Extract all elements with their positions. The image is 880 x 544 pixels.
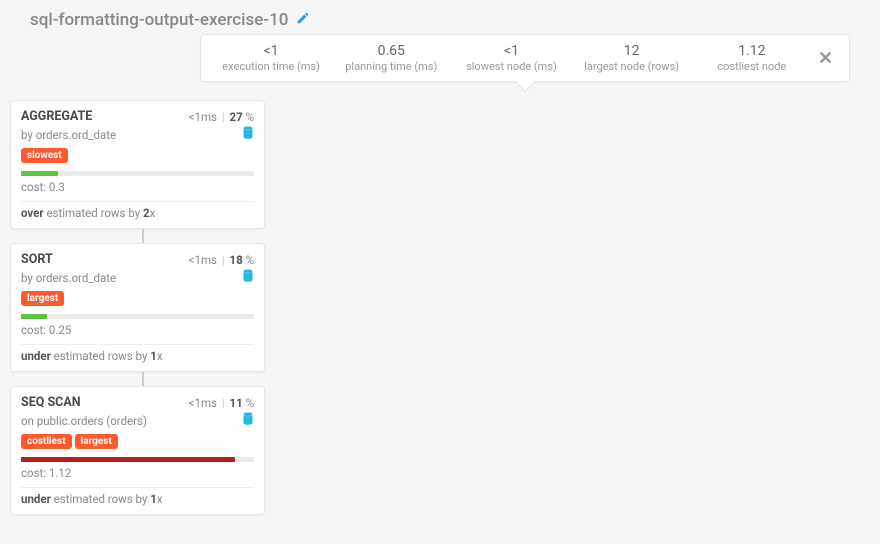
node-name: AGGREGATE <box>21 109 92 124</box>
cost-row: cost: 0.25 <box>21 323 254 337</box>
tag-largest: largest <box>75 434 118 449</box>
cost-bar-fill <box>21 171 58 176</box>
plan-node-card[interactable]: SEQ SCAN <1ms | 11 % on public.orders (o… <box>10 386 265 515</box>
node-name: SEQ SCAN <box>21 395 81 410</box>
page-header: sql-formatting-output-exercise-10 <box>0 0 880 34</box>
plan-node-card[interactable]: SORT <1ms | 18 % by orders.ord_date larg… <box>10 243 265 372</box>
node-detail: by orders.ord_date <box>21 128 116 142</box>
node-sub-row: by orders.ord_date <box>21 126 254 143</box>
stat-slowest-node[interactable]: <1 slowest node (ms) <box>451 43 571 73</box>
stat-value: <1 <box>461 43 561 59</box>
node-header: SEQ SCAN <1ms | 11 % <box>21 395 254 410</box>
divider <box>21 344 254 345</box>
cost-bar <box>21 314 254 319</box>
node-header: AGGREGATE <1ms | 27 % <box>21 109 254 124</box>
tag-row: slowest <box>21 147 254 163</box>
estimate-row: under estimated rows by 1x <box>21 349 254 363</box>
node-metrics: <1ms | 11 % <box>189 396 254 410</box>
node-name: SORT <box>21 252 53 267</box>
stat-label: slowest node (ms) <box>461 60 561 73</box>
tag-slowest: slowest <box>21 148 68 163</box>
stat-label: largest node (rows) <box>582 60 682 73</box>
node-metrics: <1ms | 18 % <box>189 253 254 267</box>
node-detail: by orders.ord_date <box>21 271 116 285</box>
page-title: sql-formatting-output-exercise-10 <box>30 10 288 30</box>
node-detail: on public.orders (orders) <box>21 414 147 428</box>
cost-row: cost: 0.3 <box>21 180 254 194</box>
node-metrics: <1ms | 27 % <box>189 110 254 124</box>
stat-costliest-node[interactable]: 1.12 costliest node <box>692 43 812 73</box>
node-sub-row: by orders.ord_date <box>21 269 254 286</box>
plan-node-card[interactable]: AGGREGATE <1ms | 27 % by orders.ord_date… <box>10 100 265 229</box>
estimate-row: under estimated rows by 1x <box>21 492 254 506</box>
cost-bar <box>21 457 254 462</box>
database-icon[interactable] <box>242 269 254 286</box>
close-icon[interactable]: ✕ <box>812 48 839 69</box>
stat-label: costliest node <box>702 60 802 73</box>
database-icon[interactable] <box>242 126 254 143</box>
tag-largest: largest <box>21 291 64 306</box>
node-sub-row: on public.orders (orders) <box>21 412 254 429</box>
tree-connector <box>142 371 144 387</box>
stats-bar-pointer <box>515 72 535 92</box>
stat-execution-time[interactable]: <1 execution time (ms) <box>211 43 331 73</box>
edit-icon[interactable] <box>296 11 310 29</box>
stat-planning-time[interactable]: 0.65 planning time (ms) <box>331 43 451 73</box>
plan-tree: AGGREGATE <1ms | 27 % by orders.ord_date… <box>0 100 880 515</box>
cost-bar <box>21 171 254 176</box>
database-icon[interactable] <box>242 412 254 429</box>
stat-label: execution time (ms) <box>221 60 321 73</box>
tag-row: largest <box>21 290 254 306</box>
tree-connector <box>142 228 144 244</box>
cost-bar-fill <box>21 314 47 319</box>
stat-value: 12 <box>582 43 682 59</box>
stat-largest-node[interactable]: 12 largest node (rows) <box>572 43 692 73</box>
tag-row: costliestlargest <box>21 433 254 449</box>
stats-bar: <1 execution time (ms) 0.65 planning tim… <box>200 34 850 82</box>
divider <box>21 201 254 202</box>
cost-bar-fill <box>21 457 235 462</box>
estimate-row: over estimated rows by 2x <box>21 206 254 220</box>
stat-value: 0.65 <box>341 43 441 59</box>
tag-costliest: costliest <box>21 434 72 449</box>
node-header: SORT <1ms | 18 % <box>21 252 254 267</box>
cost-row: cost: 1.12 <box>21 466 254 480</box>
stat-value: <1 <box>221 43 321 59</box>
divider <box>21 487 254 488</box>
stat-label: planning time (ms) <box>341 60 441 73</box>
stat-value: 1.12 <box>702 43 802 59</box>
